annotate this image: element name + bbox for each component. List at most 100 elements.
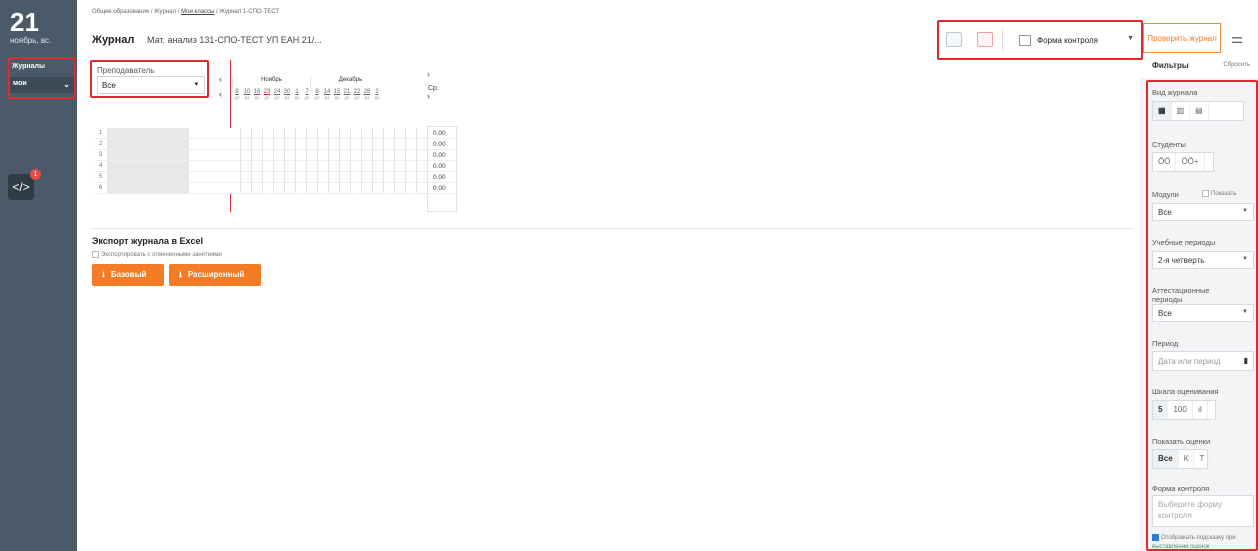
chevron-left-icon[interactable]: ‹ (219, 74, 222, 84)
teacher-value: Все (102, 81, 116, 90)
filters-reset-link[interactable]: Сбросить (1223, 62, 1250, 68)
attestation-select[interactable]: Все ▼ (1152, 304, 1254, 322)
day-type: ДЗ (294, 95, 300, 100)
teacher-label: Преподаватель (97, 66, 155, 75)
calendar-icon[interactable]: ▮ (1244, 356, 1248, 365)
grade-cells[interactable] (230, 161, 421, 171)
row-average: 0.00 (433, 130, 446, 137)
grid-view-icon[interactable]: ▦ (1153, 102, 1172, 120)
notification-badge: 1 (30, 169, 41, 180)
checkbox-box[interactable] (1152, 534, 1159, 541)
chevron-down-icon: ▾ (194, 81, 198, 88)
day-type: ДЗ (264, 95, 270, 100)
chevron-right-icon[interactable]: › (427, 69, 430, 79)
period-input[interactable]: Дата или период ▮ (1152, 351, 1254, 371)
day-type: ДЗ (254, 95, 260, 100)
settings-sliders-icon[interactable]: ⚌ (1229, 30, 1245, 46)
excel-export-icon[interactable] (946, 32, 962, 47)
show-grades-switch[interactable]: Все К Т (1152, 449, 1211, 469)
scale-switch[interactable]: 5 100 ıl (1152, 400, 1216, 420)
journals-nav: Журналы мои ⌄ (8, 59, 76, 99)
table-row: 5 0.00 (95, 172, 457, 183)
students-switch[interactable]: ÖÖ ÖÖ+ (1152, 152, 1214, 172)
download-icon: ⭳ (102, 270, 105, 279)
row-number: 6 (99, 185, 103, 191)
grades-option[interactable]: Т (1194, 450, 1211, 468)
grade-cells[interactable] (230, 150, 421, 160)
export-cancelled-label: Экспортировать с отмененными занятиями (101, 252, 222, 259)
form-icon (1019, 35, 1031, 46)
students-plus-icon[interactable]: ÖÖ+ (1176, 153, 1205, 171)
journals-select[interactable]: мои ⌄ (10, 77, 74, 93)
day-type: ДЗ (334, 95, 340, 100)
filters-title: Фильтры (1152, 61, 1189, 70)
student-name[interactable] (107, 183, 189, 193)
export-basic-label: Базовый (110, 270, 147, 279)
breadcrumb-path: Общее образование / Журнал / (92, 9, 182, 15)
check-journal-button[interactable]: Проверить журнал (1143, 23, 1221, 53)
export-title: Экспорт журнала в Excel (92, 236, 203, 246)
pdf-icon[interactable] (977, 32, 993, 47)
control-form-filter-label: Форма контроля (1152, 484, 1210, 493)
period-label: Период (1152, 339, 1179, 348)
day-type: ДЗ (284, 95, 290, 100)
row-average: 0.00 (433, 163, 446, 170)
view-switch[interactable]: ▦ ▥ ▤ (1152, 101, 1244, 121)
student-name[interactable] (107, 172, 189, 182)
students-icon[interactable]: ÖÖ (1153, 153, 1177, 171)
control-form-filter-select[interactable]: Выберите форму контроля (1152, 495, 1254, 527)
export-basic-button[interactable]: ⭳ Базовый (92, 264, 164, 286)
modules-show-checkbox[interactable]: Показать (1202, 190, 1237, 197)
student-name[interactable] (107, 128, 189, 138)
date-weekday: ноябрь, вс. (10, 36, 52, 45)
chevron-left-icon[interactable]: ‹ (219, 89, 222, 99)
student-list: 1 0.00 2 0.00 3 0.00 4 0.00 5 0.00 6 0.0… (95, 128, 457, 194)
split-view-icon[interactable]: ▥ (1172, 102, 1191, 120)
grade-cells[interactable] (230, 183, 421, 193)
student-name[interactable] (107, 150, 189, 160)
teacher-select[interactable]: Все ▾ (97, 76, 205, 94)
export-extended-button[interactable]: ⭳ Расширенный (169, 264, 261, 286)
scale-option[interactable]: 100 (1168, 401, 1193, 419)
attestation-value: Все (1158, 309, 1172, 318)
grade-cells[interactable] (230, 139, 421, 149)
left-sidebar: 21 ноябрь, вс. Журналы мои ⌄ </> 1 (0, 0, 77, 551)
list-view-icon[interactable]: ▤ (1190, 102, 1209, 120)
scale-chart-icon[interactable]: ıl (1193, 401, 1208, 419)
export-cancelled-checkbox[interactable]: Экспортировать с отмененными занятиями (92, 251, 222, 258)
day-type: ДЗ (354, 95, 360, 100)
table-row: 3 0.00 (95, 150, 457, 161)
checkbox-box[interactable] (1202, 190, 1209, 197)
grade-cells[interactable] (230, 172, 421, 182)
date-day: 21 (10, 7, 39, 37)
page-title: Журнал (92, 34, 135, 46)
date-widget: 21 ноябрь, вс. (0, 0, 77, 46)
scale-option[interactable]: 5 (1153, 401, 1169, 419)
breadcrumb-link[interactable]: Мои классы (181, 9, 214, 15)
filters-header: Фильтры Сбросить (1140, 56, 1258, 80)
student-name[interactable] (107, 139, 189, 149)
journals-label[interactable]: Журналы (8, 59, 76, 74)
day-type: ДЗ (274, 95, 280, 100)
study-periods-value: 2-я четверть (1158, 256, 1205, 265)
row-number: 3 (99, 152, 103, 158)
control-form-label: Форма контроля (1037, 36, 1098, 45)
control-form-select[interactable]: Форма контроля ▼ (1002, 30, 1140, 51)
grades-option[interactable]: Все (1153, 450, 1179, 468)
hint-checkbox[interactable]: Отображать подсказку при выставлении оце… (1152, 534, 1256, 551)
checkbox-box[interactable] (92, 251, 99, 258)
modules-value: Все (1158, 208, 1172, 217)
table-row: 6 0.00 (95, 183, 457, 194)
table-row: 1 0.00 (95, 128, 457, 139)
grade-cells[interactable] (230, 128, 421, 138)
grades-option[interactable]: К (1179, 450, 1195, 468)
table-row: 4 0.00 (95, 161, 457, 172)
chevron-right-icon[interactable]: › (427, 91, 430, 101)
study-periods-select[interactable]: 2-я четверть ▼ (1152, 251, 1254, 269)
code-icon[interactable]: </> (8, 174, 34, 200)
row-average: 0.00 (433, 174, 446, 181)
modules-select[interactable]: Все ▼ (1152, 203, 1254, 221)
student-name[interactable] (107, 161, 189, 171)
chevron-down-icon: ▼ (1242, 309, 1248, 315)
class-select[interactable]: Мат. анализ 131-СПО-ТЕСТ УП ЕАН 21/... (147, 35, 322, 45)
